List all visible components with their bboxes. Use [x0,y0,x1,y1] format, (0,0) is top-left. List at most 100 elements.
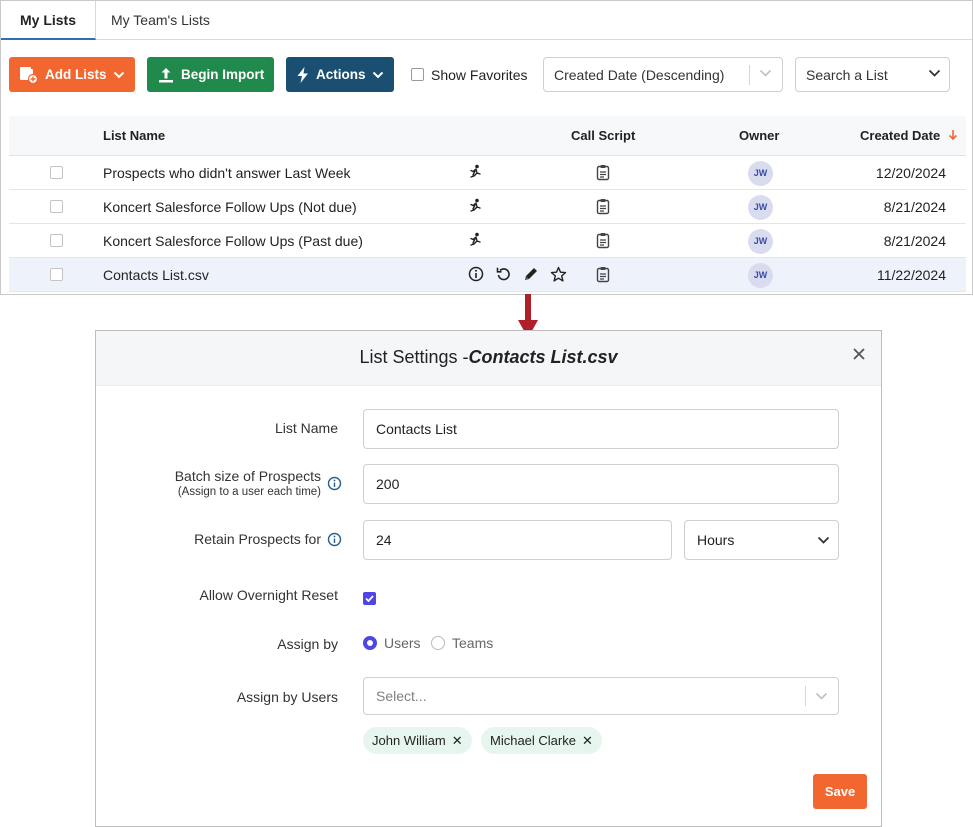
sort-select-value: Created Date (Descending) [554,66,725,83]
row-checkbox[interactable] [50,234,63,247]
row-checkbox[interactable] [50,268,63,281]
actions-button[interactable]: Actions [286,57,394,92]
add-lists-button[interactable]: Add Lists [9,57,135,92]
edit-pencil-icon[interactable] [523,266,539,282]
avatar: JW [748,161,773,186]
info-icon[interactable] [327,476,342,491]
list-name-input[interactable]: Contacts List [363,409,839,449]
toolbar: Add Lists Begin Import Actions Show Favo… [9,57,964,92]
retain-unit-value: Hours [697,532,735,548]
actions-label: Actions [316,67,366,82]
search-list-select[interactable]: Search a List [795,57,950,92]
header-created-date-label: Created Date [860,128,941,143]
clipboard-icon[interactable] [596,232,610,249]
modal-header: List Settings -Contacts List.csv [96,331,881,386]
avatar: JW [748,263,773,288]
header-created-date[interactable]: Created Date [860,116,958,156]
batch-size-input[interactable]: 200 [363,464,839,504]
running-person-icon[interactable] [467,198,483,214]
chevron-down-icon [817,536,830,544]
remove-chip-icon[interactable]: ✕ [582,733,593,749]
tab-my-lists[interactable]: My Lists [1,1,96,40]
row-list-name[interactable]: Contacts List.csv [103,258,209,292]
clipboard-icon[interactable] [596,198,610,215]
retain-unit-select[interactable]: Hours [684,520,839,560]
row-checkbox[interactable] [50,166,63,179]
info-icon[interactable] [468,266,484,282]
overnight-reset-label: Allow Overnight Reset [199,587,338,603]
show-favorites-toggle[interactable]: Show Favorites [411,57,527,92]
running-person-icon[interactable] [467,164,483,180]
modal-title-filename: Contacts List.csv [468,347,618,367]
select-divider [749,65,750,85]
chevron-down-icon [928,69,941,77]
reset-icon[interactable] [496,266,511,282]
lightning-icon [297,66,308,83]
show-favorites-checkbox[interactable] [411,68,424,81]
avatar: JW [748,229,773,254]
row-created-date: 8/21/2024 [883,199,946,215]
retain-prospects-label: Retain Prospects for [194,531,321,547]
assign-by-users-label: Assign by Users [236,689,338,705]
table-row[interactable]: Koncert Salesforce Follow Ups (Past due)… [9,224,966,258]
chevron-down-icon [759,69,772,77]
modal-title: List Settings -Contacts List.csv [96,331,881,383]
save-button[interactable]: Save [813,774,867,809]
batch-size-sublabel: (Assign to a user each time) [177,486,321,498]
list-name-label: List Name [274,420,338,436]
row-checkbox[interactable] [50,200,63,213]
modal-title-prefix: List Settings - [359,347,469,367]
sort-select[interactable]: Created Date (Descending) [543,57,783,92]
add-lists-label: Add Lists [45,67,107,82]
tab-my-teams-lists[interactable]: My Team's Lists [111,1,210,40]
assign-users-label[interactable]: Users [384,635,421,651]
user-chip-label: Michael Clarke [490,733,576,748]
batch-size-label-text: Batch size of Prospects [174,468,321,484]
running-person-icon[interactable] [467,232,483,248]
search-list-placeholder: Search a List [806,66,888,83]
chevron-down-icon [113,71,124,78]
clipboard-icon[interactable] [596,266,610,283]
list-settings-modal: List Settings -Contacts List.csv List Na… [95,330,882,827]
user-chip-label: John William [372,733,446,748]
assign-by-label: Assign by [277,636,338,652]
row-created-date: 8/21/2024 [883,233,946,249]
show-favorites-label: Show Favorites [431,66,528,83]
overnight-reset-checkbox[interactable] [363,592,376,605]
begin-import-button[interactable]: Begin Import [147,57,274,92]
row-list-name[interactable]: Koncert Salesforce Follow Ups (Not due) [103,190,357,224]
row-list-name[interactable]: Koncert Salesforce Follow Ups (Past due) [103,224,363,258]
row-created-date: 11/22/2024 [876,267,946,283]
row-list-name[interactable]: Prospects who didn't answer Last Week [103,156,351,190]
assign-users-radio[interactable] [363,636,377,650]
user-chip: John William ✕ [363,727,472,754]
header-list-name[interactable]: List Name [103,116,165,156]
header-call-script: Call Script [571,128,636,143]
close-icon[interactable] [852,347,866,361]
sort-desc-arrow-icon [948,130,957,141]
retain-prospects-input[interactable]: 24 [363,520,672,560]
assign-teams-label[interactable]: Teams [452,635,493,651]
lists-table: List Name Call Script Owner Created Date… [9,116,966,292]
header-owner: Owner [739,128,780,143]
select-divider [805,686,806,706]
table-header: List Name Call Script Owner Created Date [9,116,966,156]
batch-size-label: Batch size of Prospects (Assign to a use… [175,468,321,498]
remove-chip-icon[interactable]: ✕ [452,733,463,749]
user-chip: Michael Clarke ✕ [481,727,602,754]
lists-panel: My Lists My Team's Lists Add Lists Begin… [0,0,973,295]
chevron-down-icon [372,71,383,78]
row-created-date: 12/20/2024 [875,165,946,181]
add-list-icon [20,66,39,84]
table-row[interactable]: Prospects who didn't answer Last Week JW… [9,156,966,190]
assign-users-placeholder: Select... [376,688,427,704]
info-icon[interactable] [327,532,342,547]
assign-users-select[interactable]: Select... [363,677,839,715]
star-icon[interactable] [550,266,567,283]
assign-teams-radio[interactable] [431,636,445,650]
tab-bar: My Lists My Team's Lists [1,1,972,40]
begin-import-label: Begin Import [181,67,265,82]
table-row[interactable]: Koncert Salesforce Follow Ups (Not due) … [9,190,966,224]
table-row[interactable]: Contacts List.csv JW 11/22/2024 [9,258,966,292]
clipboard-icon[interactable] [596,164,610,181]
